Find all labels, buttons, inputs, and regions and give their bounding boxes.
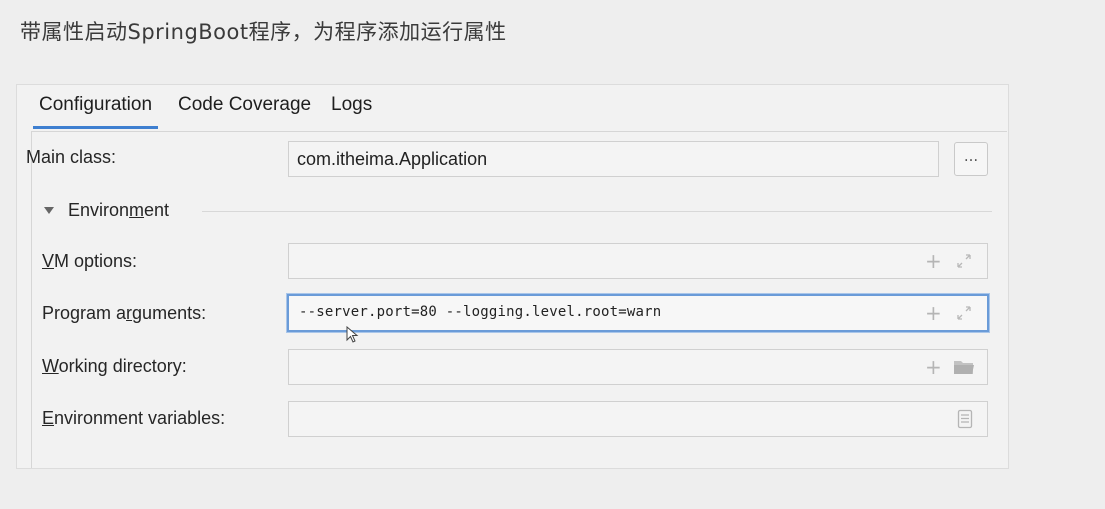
add-icon[interactable]: + — [925, 350, 942, 384]
expand-icon[interactable] — [955, 296, 973, 330]
environment-variables-mnemonic: E — [42, 408, 55, 428]
program-arguments-label-pre: Program a — [42, 303, 127, 323]
tab-code-coverage[interactable]: Code Coverage — [178, 85, 311, 129]
environment-divider — [202, 211, 992, 212]
page-heading: 带属性启动SpringBoot程序，为程序添加运行属性 — [20, 20, 507, 44]
expand-icon[interactable] — [955, 244, 973, 278]
program-arguments-field[interactable]: --server.port=80 --logging.level.root=wa… — [287, 294, 989, 332]
environment-variables-label-text: nvironment variables: — [54, 408, 226, 428]
working-directory-mnemonic: W — [42, 356, 59, 376]
vm-options-label-text: M options: — [54, 251, 138, 271]
mouse-cursor-icon — [346, 326, 359, 343]
add-icon[interactable]: + — [925, 244, 942, 278]
program-arguments-label-post: guments: — [132, 303, 207, 323]
environment-variables-field[interactable] — [288, 401, 988, 437]
vm-options-field[interactable]: + — [288, 243, 988, 279]
add-icon[interactable]: + — [925, 296, 942, 330]
working-directory-label-text: orking directory: — [58, 356, 187, 376]
tab-logs[interactable]: Logs — [331, 85, 372, 129]
document-icon[interactable] — [957, 402, 973, 436]
working-directory-label: Working directory: — [42, 356, 187, 377]
program-arguments-value: --server.port=80 --logging.level.root=wa… — [299, 304, 662, 320]
environment-label-post: ent — [144, 200, 170, 220]
vm-options-label: VM options: — [42, 251, 137, 272]
working-directory-field[interactable]: + — [288, 349, 988, 385]
tab-bar: Configuration Code Coverage Logs — [17, 85, 1008, 129]
environment-variables-label: Environment variables: — [42, 408, 225, 429]
main-class-field[interactable]: com.itheima.Application — [288, 141, 939, 177]
vm-options-mnemonic: V — [42, 251, 55, 271]
main-class-label: Main class: — [26, 147, 117, 167]
environment-label-mnemonic: m — [129, 200, 145, 220]
folder-icon[interactable] — [953, 350, 975, 384]
environment-section-toggle[interactable]: Environment — [44, 200, 169, 221]
chevron-down-icon — [44, 206, 54, 214]
tab-configuration[interactable]: Configuration — [32, 85, 159, 129]
browse-main-class-button[interactable]: ... — [954, 142, 988, 176]
program-arguments-label: Program arguments: — [42, 303, 206, 324]
environment-label-pre: Environ — [68, 200, 130, 220]
